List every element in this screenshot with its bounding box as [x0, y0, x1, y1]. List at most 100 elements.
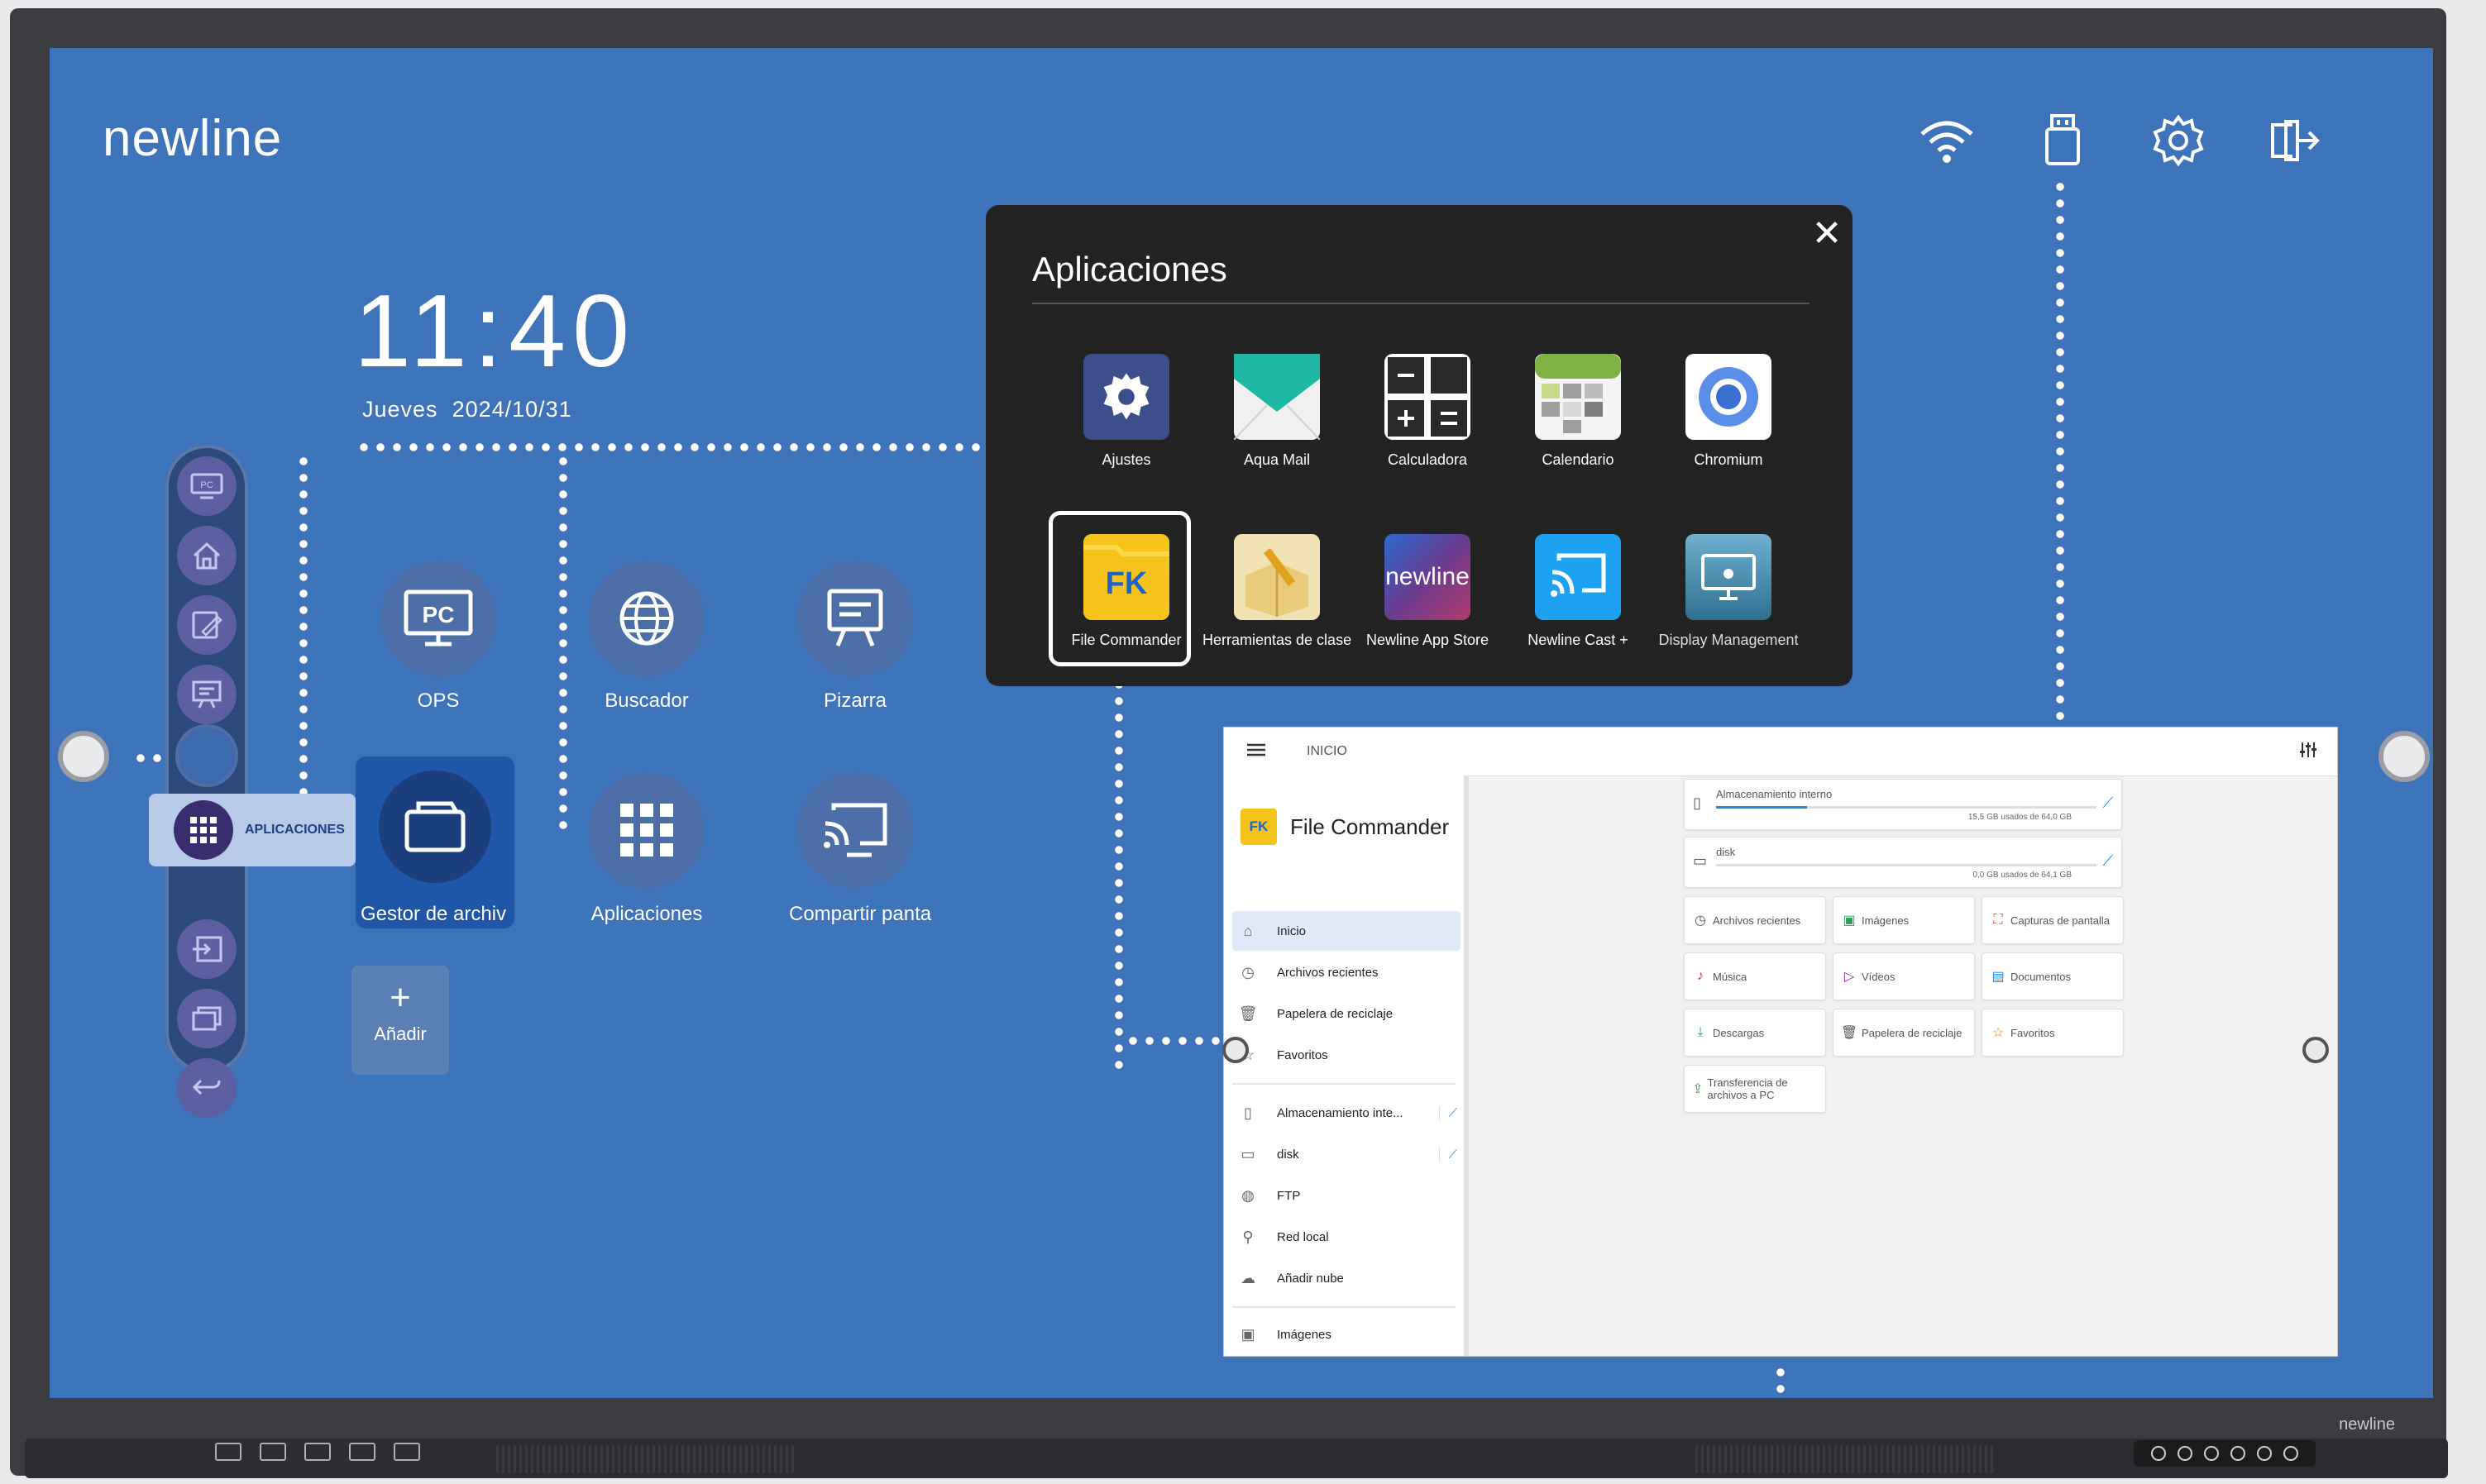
trash-icon: 🗑 — [1238, 1004, 1258, 1022]
sidebar-home-icon[interactable] — [177, 526, 237, 585]
chromium-icon — [1685, 354, 1771, 440]
app-chromium[interactable]: Chromium — [1654, 354, 1803, 469]
display-management-icon — [1685, 534, 1771, 620]
fc-nav-papelera[interactable]: 🗑 Papelera de reciclaje — [1232, 994, 1461, 1033]
mail-envelope-icon — [1234, 354, 1320, 440]
app-newline-app-store[interactable]: newline Newline App Store — [1353, 534, 1502, 649]
image-icon: ▣ — [1843, 914, 1856, 928]
folder-icon — [379, 771, 491, 883]
category-documentos[interactable]: ▤ Documentos — [1982, 952, 2124, 1000]
fc-nav-imagenes[interactable]: ▣ Imágenes — [1232, 1315, 1461, 1354]
app-label: Calculadora — [1387, 451, 1468, 468]
left-edge-knob[interactable] — [58, 731, 109, 782]
file-commander-icon: FK — [1241, 809, 1277, 845]
app-display-management[interactable]: Display Management — [1654, 534, 1803, 649]
cast-icon — [1535, 534, 1621, 620]
trash-icon: 🗑 — [1840, 1026, 1858, 1040]
right-edge-knob[interactable] — [2378, 731, 2430, 782]
app-calendario[interactable]: Calendario — [1504, 354, 1652, 469]
calendar-icon — [1535, 354, 1621, 440]
add-tile-button[interactable]: + Añadir — [351, 966, 449, 1075]
aplicaciones-tile[interactable] — [589, 772, 705, 888]
toolbox-icon — [1234, 534, 1320, 620]
clean-brush-icon[interactable]: ⟋ — [1439, 1105, 1457, 1120]
app-herramientas-de-clase[interactable]: Herramientas de clase — [1202, 534, 1351, 649]
app-ajustes[interactable]: Ajustes — [1052, 354, 1201, 469]
category-descargas[interactable]: ⤓ Descargas — [1684, 1009, 1826, 1057]
network-icon: ⚲ — [1242, 1228, 1254, 1245]
svg-text:PC: PC — [423, 602, 455, 627]
screenshot-icon: ⛶ — [1993, 913, 2003, 927]
connector-mid — [559, 453, 567, 833]
ops-label: OPS — [417, 690, 460, 712]
sidebar-presentation-icon[interactable] — [177, 665, 237, 724]
sidebar-windows-icon[interactable] — [177, 989, 237, 1048]
document-icon: ▤ — [1991, 970, 2005, 984]
category-transferencia-pc[interactable]: ⇪ Transferencia de archivos a PC — [1684, 1065, 1826, 1113]
sidebar-ring-indicator — [175, 724, 238, 787]
fc-right-handle[interactable] — [2302, 1037, 2329, 1063]
sidebar-input-icon[interactable] — [177, 919, 237, 979]
sidebar-pc-icon[interactable]: PC — [177, 456, 237, 516]
storage-bar — [1716, 864, 2096, 866]
fc-nav-ftp[interactable]: ◍ FTP — [1232, 1176, 1461, 1215]
category-videos[interactable]: ▷ Vídeos — [1833, 952, 1975, 1000]
app-aqua-mail[interactable]: Aqua Mail — [1202, 354, 1351, 469]
phone-icon: ▯ — [1693, 794, 1701, 811]
speaker-grille-left — [496, 1445, 794, 1473]
gestor-archivos-label: Gestor de archiv — [361, 903, 507, 925]
category-musica[interactable]: ♪ Música — [1684, 952, 1826, 1000]
sidebar-back-icon[interactable] — [177, 1058, 237, 1118]
close-icon[interactable]: ✕ — [1808, 215, 1846, 253]
clean-brush-icon[interactable]: ⟋ — [2102, 852, 2113, 870]
app-file-commander[interactable]: FK File Commander — [1052, 534, 1201, 649]
input-source-icon[interactable] — [2261, 107, 2327, 174]
fc-nav-archivos-recientes[interactable]: ◷ Archivos recientes — [1232, 952, 1461, 992]
fc-nav-inicio[interactable]: ⌂ Inicio — [1232, 911, 1461, 951]
menu-icon[interactable] — [1247, 742, 1265, 761]
category-capturas[interactable]: ⛶ Capturas de pantalla — [1982, 896, 2124, 944]
category-archivos-recientes[interactable]: ◷ Archivos recientes — [1684, 896, 1826, 944]
ops-tile[interactable]: PC — [380, 561, 496, 676]
pizarra-tile[interactable] — [797, 561, 913, 676]
clean-brush-icon[interactable]: ⟋ — [1439, 1147, 1457, 1162]
front-ports — [215, 1443, 420, 1461]
category-imagenes[interactable]: ▣ Imágenes — [1833, 896, 1975, 944]
fc-nav-disk[interactable]: ▭ disk ⟋ — [1232, 1134, 1461, 1174]
fc-left-handle[interactable] — [1222, 1037, 1249, 1063]
compartir-pantalla-tile[interactable] — [797, 772, 913, 888]
fc-header-title: INICIO — [1307, 744, 1347, 758]
gear-icon[interactable] — [2145, 107, 2211, 174]
fc-nav-favoritos[interactable]: ☆Favoritos — [1232, 1035, 1461, 1075]
storage-card-disk[interactable]: ▭ disk 0,0 GB usados de 64,1 GB ⟋ — [1684, 837, 2122, 888]
app-label: Display Management — [1658, 632, 1799, 648]
clock-time: 11:40 — [354, 274, 637, 389]
clean-brush-icon[interactable]: ⟋ — [2102, 794, 2113, 812]
settings-sliders-icon[interactable] — [2299, 741, 2317, 763]
fc-nav-anadir-nube[interactable]: ☁ Añadir nube — [1232, 1258, 1461, 1298]
star-icon: ☆ — [1991, 1026, 2005, 1040]
file-commander-window: INICIO FK File Commander ⌂ Inicio ◷ Archiv… — [1224, 728, 2337, 1356]
category-favoritos[interactable]: ☆ Favoritos — [1982, 1009, 2124, 1057]
app-newline-cast[interactable]: Newline Cast + — [1504, 534, 1652, 649]
storage-bar — [1716, 806, 2096, 809]
fc-app-header: FK File Commander — [1241, 809, 1449, 845]
storage-card-internal[interactable]: ▯ Almacenamiento interno 15,5 GB usados … — [1684, 779, 2122, 830]
phone-icon: ▯ — [1244, 1104, 1252, 1121]
aplicaciones-label: Aplicaciones — [590, 903, 703, 925]
category-papelera[interactable]: 🗑 Papelera de reciclaje — [1833, 1009, 1975, 1057]
app-calculadora[interactable]: Calculadora — [1353, 354, 1502, 469]
app-label: Aqua Mail — [1243, 451, 1311, 468]
sidebar-apps-active[interactable]: APLICACIONES — [149, 794, 356, 866]
apps-panel-title: Aplicaciones — [1032, 250, 1227, 289]
front-buttons[interactable] — [2134, 1440, 2316, 1467]
usb-icon[interactable] — [2029, 107, 2096, 174]
buscador-tile[interactable] — [589, 561, 705, 676]
fc-nav-red-local[interactable]: ⚲ Red local — [1232, 1217, 1461, 1257]
wifi-icon[interactable] — [1914, 107, 1980, 174]
compartir-pantalla-label: Compartir panta — [789, 903, 932, 925]
sidebar-whiteboard-edit-icon[interactable] — [177, 595, 237, 655]
music-icon: ♪ — [1697, 969, 1704, 983]
settings-gear-icon — [1083, 354, 1169, 440]
fc-nav-almacenamiento[interactable]: ▯ Almacenamiento inte... ⟋ — [1232, 1093, 1461, 1133]
